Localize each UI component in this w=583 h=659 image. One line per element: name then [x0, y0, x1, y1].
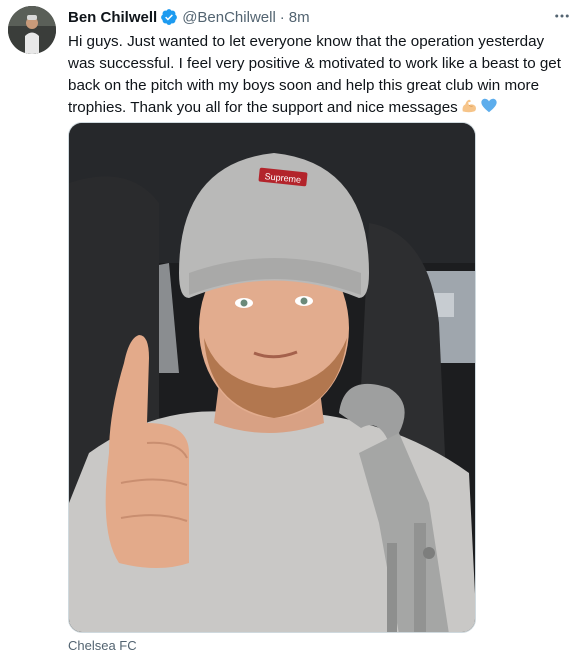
- more-horizontal-icon: [555, 14, 569, 18]
- tweet-text: Hi guys. Just wanted to let everyone kno…: [68, 31, 574, 119]
- more-options-button[interactable]: [548, 6, 576, 26]
- tweet-header: Ben Chilwell @BenChilwell · 8m: [68, 6, 310, 28]
- timestamp[interactable]: 8m: [289, 9, 310, 26]
- photo-selfie-image: Supreme: [69, 123, 475, 632]
- tweet: Ben Chilwell @BenChilwell · 8m Hi guys. …: [0, 0, 583, 659]
- blue-heart-emoji: [481, 98, 497, 113]
- tweet-photo[interactable]: Supreme: [68, 122, 476, 633]
- avatar[interactable]: [8, 6, 56, 54]
- media-caption[interactable]: Chelsea FC: [68, 638, 137, 653]
- flexed-biceps-emoji: [462, 99, 476, 113]
- separator-dot: ·: [279, 8, 285, 26]
- avatar-image: [8, 6, 56, 54]
- verified-badge-icon: [161, 9, 178, 25]
- author-name[interactable]: Ben Chilwell: [68, 9, 157, 26]
- author-handle[interactable]: @BenChilwell: [182, 9, 276, 26]
